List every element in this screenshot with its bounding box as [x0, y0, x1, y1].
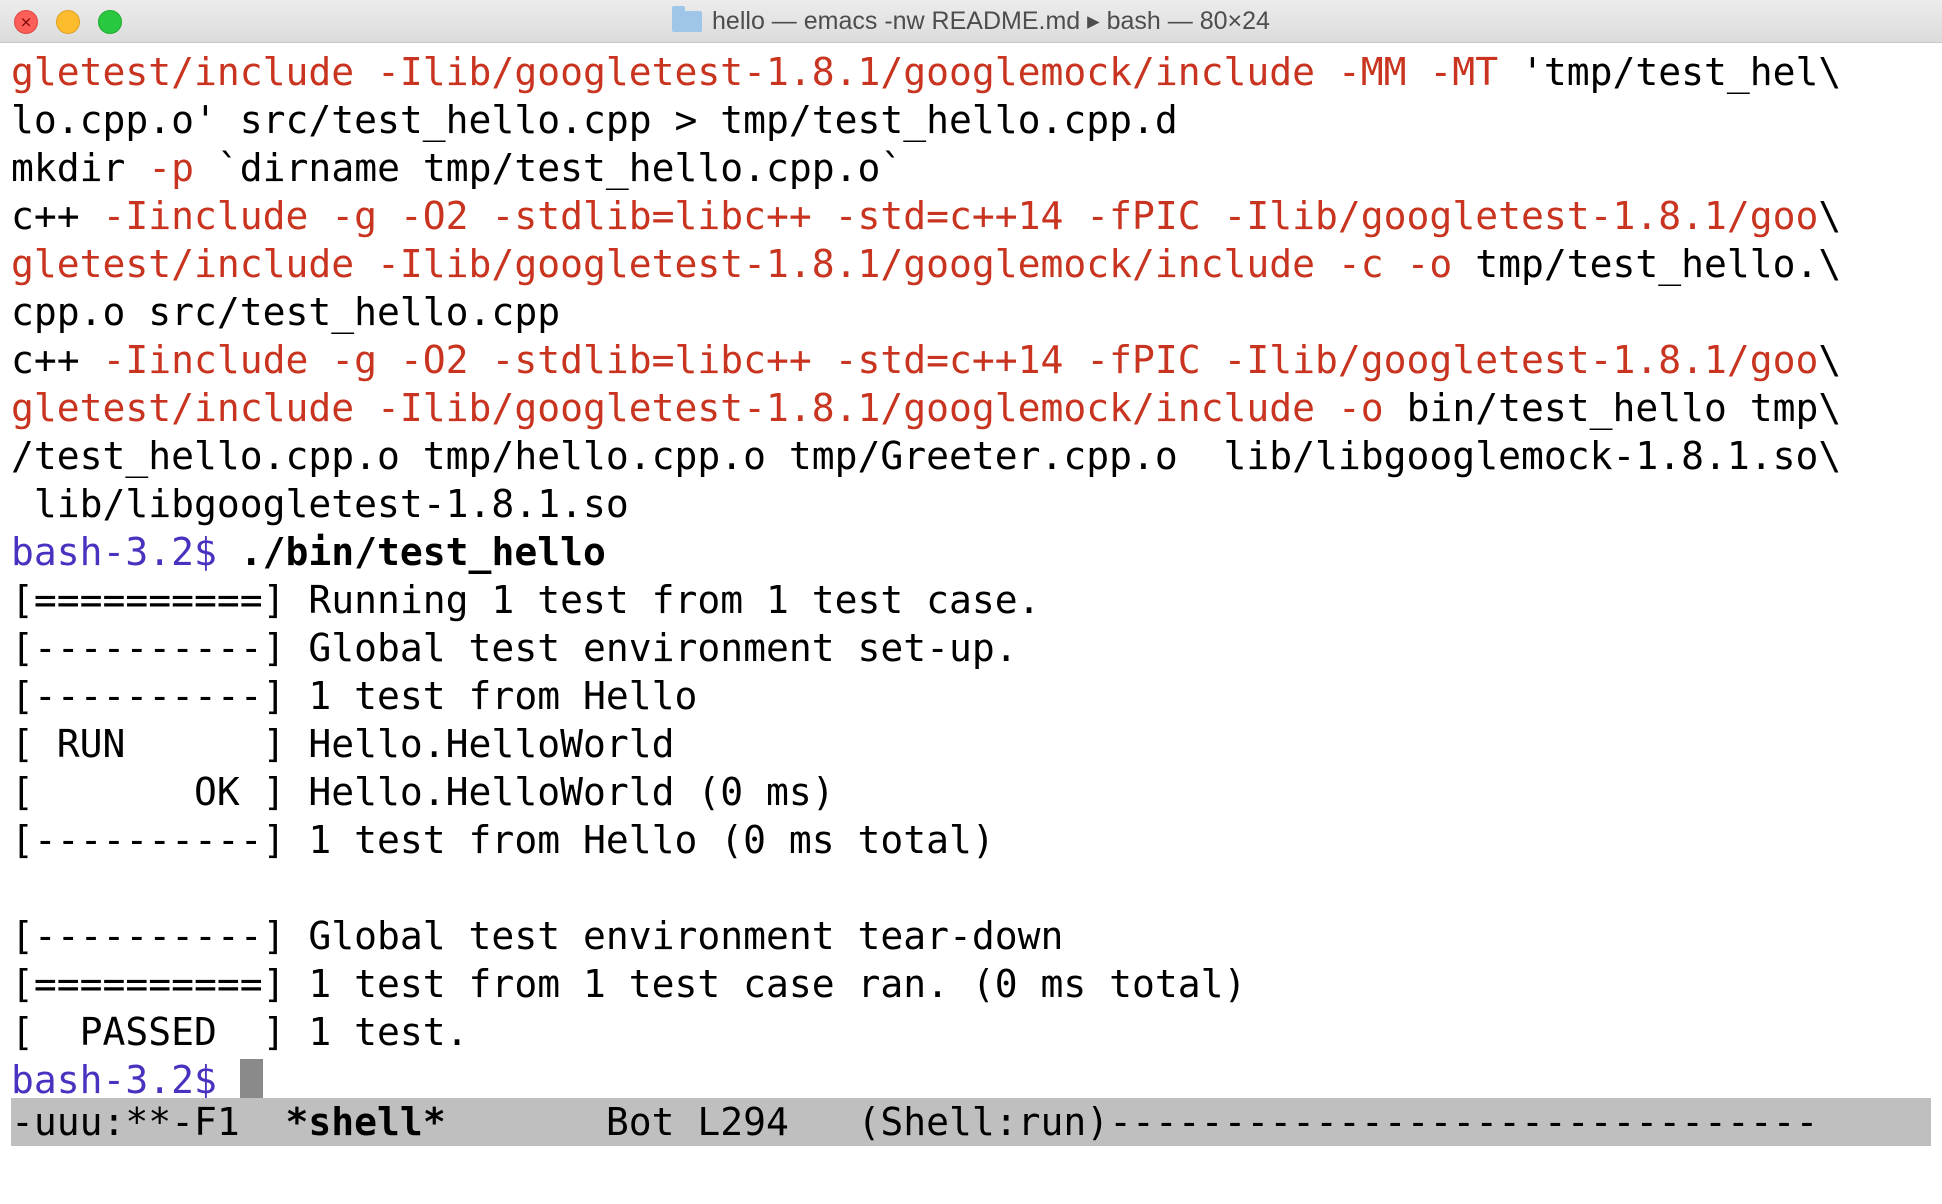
mode-line-position: Bot L294 (Shell:run)--------------------… — [445, 1100, 1819, 1144]
mode-line-status: -uuu:**-F1 — [11, 1100, 286, 1144]
output-text: 'tmp/test_hel\ — [1520, 50, 1842, 94]
output-text: lo.cpp.o' src/test_hello.cpp > tmp/test_… — [11, 98, 1178, 142]
output-text: [----------] Global test environment set… — [11, 626, 1018, 670]
output-text: \ — [1818, 194, 1842, 238]
terminal-window: × hello — emacs -nw README.md ▸ bash — 8… — [0, 0, 1942, 1204]
mode-line-buffer-name: *shell* — [285, 1100, 446, 1144]
window-title: hello — emacs -nw README.md ▸ bash — 80×… — [712, 7, 1270, 35]
terminal-line: [ OK ] Hello.HelloWorld (0 ms) — [11, 768, 1931, 816]
terminal-line: gletest/include -Ilib/googletest-1.8.1/g… — [11, 384, 1931, 432]
prompt-line: bash-3.2$ — [11, 1056, 1931, 1104]
output-text: \ — [1818, 338, 1842, 382]
terminal-line: c++ -Iinclude -g -O2 -stdlib=libc++ -std… — [11, 336, 1931, 384]
output-text: gletest/include -Ilib/googletest-1.8.1/g… — [11, 242, 1453, 286]
output-text: [----------] Global test environment tea… — [11, 914, 1064, 958]
terminal-line: lo.cpp.o' src/test_hello.cpp > tmp/test_… — [11, 96, 1931, 144]
terminal-line: mkdir -p `dirname tmp/test_hello.cpp.o` — [11, 144, 1931, 192]
output-text: [----------] 1 test from Hello (0 ms tot… — [11, 818, 995, 862]
terminal-line: [==========] Running 1 test from 1 test … — [11, 576, 1931, 624]
terminal-line: lib/libgoogletest-1.8.1.so — [11, 480, 1931, 528]
terminal-output[interactable]: gletest/include -Ilib/googletest-1.8.1/g… — [11, 48, 1931, 1104]
output-text: cpp.o src/test_hello.cpp — [11, 290, 561, 334]
title-bar: × hello — emacs -nw README.md ▸ bash — 8… — [0, 0, 1942, 43]
terminal-line: [ PASSED ] 1 test. — [11, 1008, 1931, 1056]
terminal-line: c++ -Iinclude -g -O2 -stdlib=libc++ -std… — [11, 192, 1931, 240]
shell-prompt: bash-3.2$ — [11, 530, 240, 574]
output-text: -Iinclude -g -O2 -stdlib=libc++ -std=c++… — [102, 194, 1819, 238]
output-text: [==========] 1 test from 1 test case ran… — [11, 962, 1247, 1006]
output-text: [----------] 1 test from Hello — [11, 674, 698, 718]
output-text: [ OK ] Hello.HelloWorld (0 ms) — [11, 770, 835, 814]
terminal-line: gletest/include -Ilib/googletest-1.8.1/g… — [11, 48, 1931, 96]
terminal-line: cpp.o src/test_hello.cpp — [11, 288, 1931, 336]
output-text: tmp/test_hello.\ — [1452, 242, 1842, 286]
output-text: /test_hello.cpp.o tmp/hello.cpp.o tmp/Gr… — [11, 434, 1842, 478]
output-text: c++ — [11, 194, 103, 238]
output-text: [ RUN ] Hello.HelloWorld — [11, 722, 675, 766]
text-cursor — [239, 1059, 263, 1102]
terminal-line: [ RUN ] Hello.HelloWorld — [11, 720, 1931, 768]
emacs-mode-line: -uuu:**-F1 *shell* Bot L294 (Shell:run)-… — [11, 1098, 1931, 1146]
prompt-line: bash-3.2$ ./bin/test_hello — [11, 528, 1931, 576]
window-title-group: hello — emacs -nw README.md ▸ bash — 80×… — [0, 0, 1942, 42]
terminal-line: [----------] Global test environment tea… — [11, 912, 1931, 960]
output-text: -Iinclude -g -O2 -stdlib=libc++ -std=c++… — [102, 338, 1819, 382]
terminal-line: /test_hello.cpp.o tmp/hello.cpp.o tmp/Gr… — [11, 432, 1931, 480]
output-text: `dirname tmp/test_hello.cpp.o` — [194, 146, 904, 190]
command-text: ./bin/test_hello — [239, 530, 606, 574]
output-text: c++ — [11, 338, 103, 382]
output-text: gletest/include -Ilib/googletest-1.8.1/g… — [11, 50, 1521, 94]
terminal-line: [----------] 1 test from Hello (0 ms tot… — [11, 816, 1931, 864]
output-text: gletest/include -Ilib/googletest-1.8.1/g… — [11, 386, 1384, 430]
output-text: lib/libgoogletest-1.8.1.so — [11, 482, 629, 526]
output-text: [ PASSED ] 1 test. — [11, 1010, 469, 1054]
terminal-line: gletest/include -Ilib/googletest-1.8.1/g… — [11, 240, 1931, 288]
terminal-line: [----------] 1 test from Hello — [11, 672, 1931, 720]
output-text: [==========] Running 1 test from 1 test … — [11, 578, 1041, 622]
terminal-line: [==========] 1 test from 1 test case ran… — [11, 960, 1931, 1008]
output-text: mkdir — [11, 146, 149, 190]
output-text: bin/test_hello tmp\ — [1383, 386, 1842, 430]
output-text: -p — [148, 146, 195, 190]
folder-icon — [672, 5, 703, 32]
terminal-line: [----------] Global test environment set… — [11, 624, 1931, 672]
shell-prompt: bash-3.2$ — [11, 1058, 240, 1102]
